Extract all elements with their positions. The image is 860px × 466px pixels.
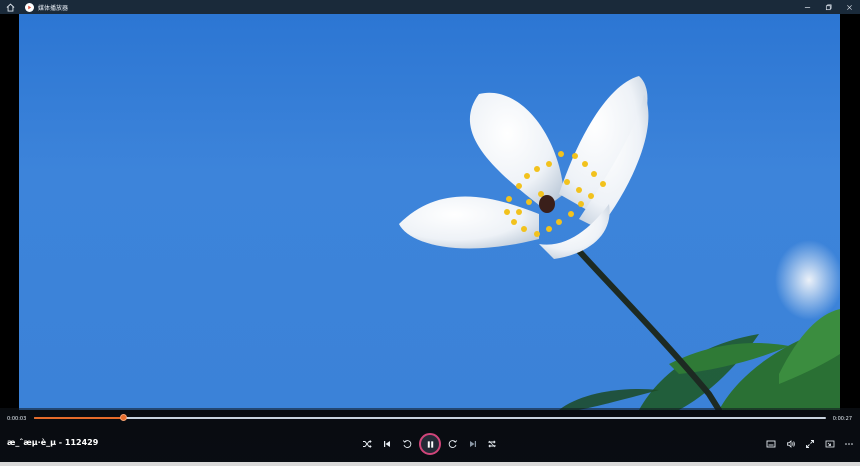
more-icon (845, 443, 853, 445)
forward-30-icon (448, 440, 458, 448)
media-title: æ_ˆæµ·è_µ - 112429 (7, 438, 99, 447)
skip-previous-icon (384, 441, 390, 447)
more-options-button[interactable] (841, 436, 857, 452)
repeat-icon (488, 440, 496, 448)
repeat-button[interactable] (484, 436, 500, 452)
minimize-button[interactable] (797, 0, 818, 14)
seek-thumb[interactable] (119, 414, 127, 421)
close-button[interactable] (839, 0, 860, 14)
skip-next-icon (470, 441, 476, 447)
fullscreen-button[interactable] (802, 436, 818, 452)
rewind-button[interactable] (399, 436, 415, 452)
shuffle-button[interactable] (359, 436, 375, 452)
video-area[interactable] (19, 14, 840, 410)
window-title: 媒体播放器 (38, 4, 69, 12)
captions-icon (766, 440, 776, 448)
volume-icon (787, 440, 795, 448)
total-time: 0:00:27 (832, 416, 852, 422)
pause-icon (427, 440, 433, 448)
maximize-button[interactable] (818, 0, 839, 14)
title-bar: 媒体播放器 (0, 0, 860, 14)
next-button[interactable] (465, 436, 481, 452)
seek-bar[interactable] (34, 414, 826, 421)
home-icon[interactable] (3, 0, 17, 14)
media-player-icon (25, 2, 34, 12)
shuffle-icon (363, 440, 372, 448)
volume-button[interactable] (783, 436, 799, 452)
bottom-edge (0, 462, 860, 466)
forward-button[interactable] (445, 436, 461, 452)
flower-frame (399, 76, 840, 410)
playback-controls: 0:00:03 0:00:27 æ_ˆæµ·è_µ - 112429 (0, 408, 860, 466)
current-time: 0:00:03 (7, 416, 27, 422)
miniplayer-icon (825, 440, 835, 448)
seek-bar-progress (34, 417, 124, 419)
play-pause-button[interactable] (419, 433, 441, 455)
rewind-10-icon (402, 440, 412, 448)
captions-button[interactable] (763, 436, 779, 452)
fullscreen-icon (806, 440, 814, 448)
previous-button[interactable] (379, 436, 395, 452)
miniplayer-button[interactable] (822, 436, 838, 452)
